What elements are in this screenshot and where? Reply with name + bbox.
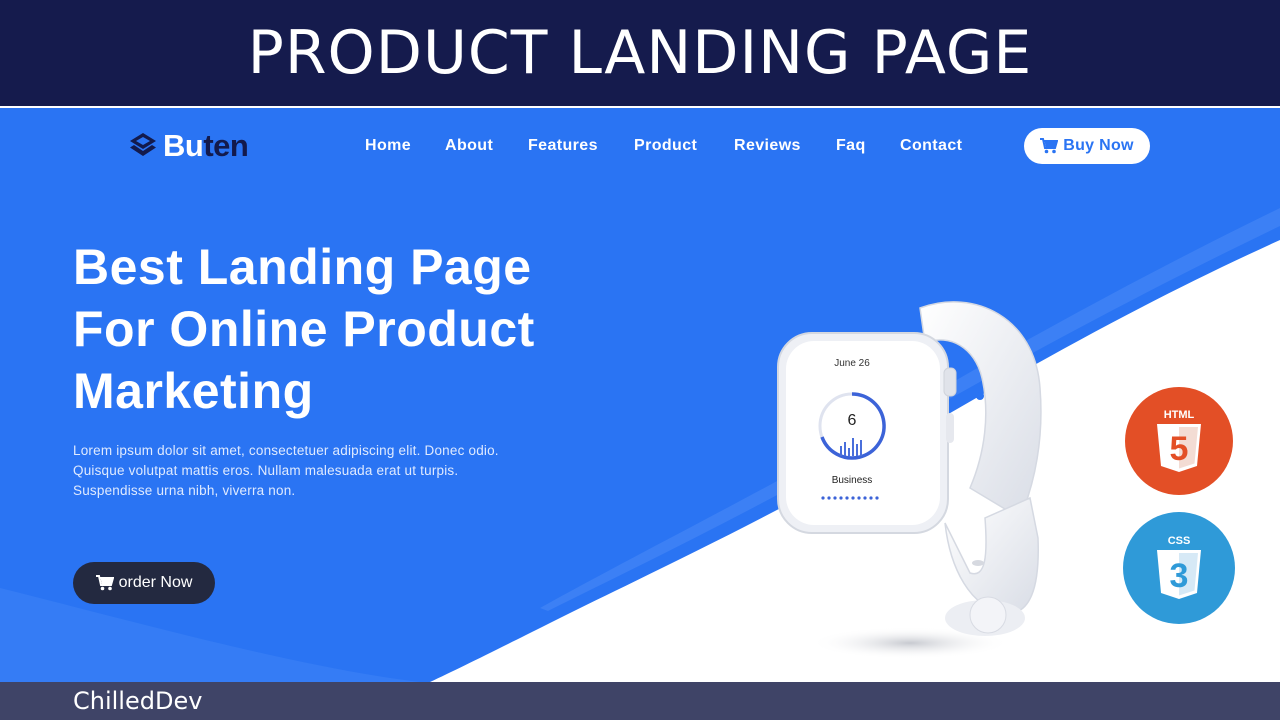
- html5-icon: HTML 5: [1125, 387, 1233, 495]
- hero-title-line: For Online Product: [73, 301, 535, 357]
- brand-logo-icon: [130, 133, 156, 156]
- buy-now-button[interactable]: Buy Now: [1024, 128, 1150, 164]
- css3-label: CSS: [1168, 535, 1191, 547]
- top-banner: PRODUCT LANDING PAGE: [0, 0, 1280, 107]
- brand-logo[interactable]: Buten: [127, 128, 249, 164]
- nav-link-features[interactable]: Features: [528, 136, 598, 156]
- watch-date: June 26: [834, 358, 870, 369]
- navbar: Buten Home About Features Product Review…: [0, 108, 1280, 184]
- watch-number: 6: [848, 412, 857, 429]
- order-now-label: order Now: [118, 574, 193, 591]
- css3-digit: 3: [1170, 557, 1189, 595]
- hero-title-line: Best Landing Page: [73, 239, 532, 295]
- brand-name-dark: ten: [203, 128, 249, 163]
- nav-link-product[interactable]: Product: [634, 136, 697, 156]
- watch-label: Business: [832, 475, 873, 486]
- css3-icon: CSS 3: [1123, 512, 1235, 624]
- nav-link-reviews[interactable]: Reviews: [734, 136, 801, 156]
- footer-credit: ChilledDev: [73, 687, 203, 715]
- smartwatch-image: June 26 6 Business: [777, 301, 1042, 659]
- cart-icon: [1040, 138, 1059, 154]
- cart-icon: [95, 575, 114, 591]
- banner-title: PRODUCT LANDING PAGE: [247, 18, 1033, 88]
- nav-link-contact[interactable]: Contact: [900, 136, 962, 156]
- footer-bar: ChilledDev: [0, 682, 1280, 720]
- hero-description-line: Quisque volutpat mattis eros. Nullam mal…: [73, 463, 459, 478]
- hero-section: Buten Home About Features Product Review…: [0, 108, 1280, 682]
- order-now-button[interactable]: order Now: [73, 562, 215, 604]
- nav-link-faq[interactable]: Faq: [836, 136, 866, 156]
- nav-link-about[interactable]: About: [445, 136, 493, 156]
- html5-label: HTML: [1164, 409, 1195, 421]
- hero-title: Best Landing Page For Online Product Mar…: [73, 236, 653, 422]
- brand-name-light: Bu: [163, 128, 204, 163]
- buy-now-label: Buy Now: [1063, 137, 1134, 154]
- hero-title-line: Marketing: [73, 363, 314, 419]
- hero-description-line: Suspendisse urna nibh, viverra non.: [73, 483, 296, 498]
- brand-name: Buten: [163, 128, 249, 164]
- html5-digit: 5: [1170, 430, 1189, 468]
- hero-description: Lorem ipsum dolor sit amet, consectetuer…: [73, 441, 593, 501]
- hero-description-line: Lorem ipsum dolor sit amet, consectetuer…: [73, 443, 499, 458]
- nav-link-home[interactable]: Home: [365, 136, 411, 156]
